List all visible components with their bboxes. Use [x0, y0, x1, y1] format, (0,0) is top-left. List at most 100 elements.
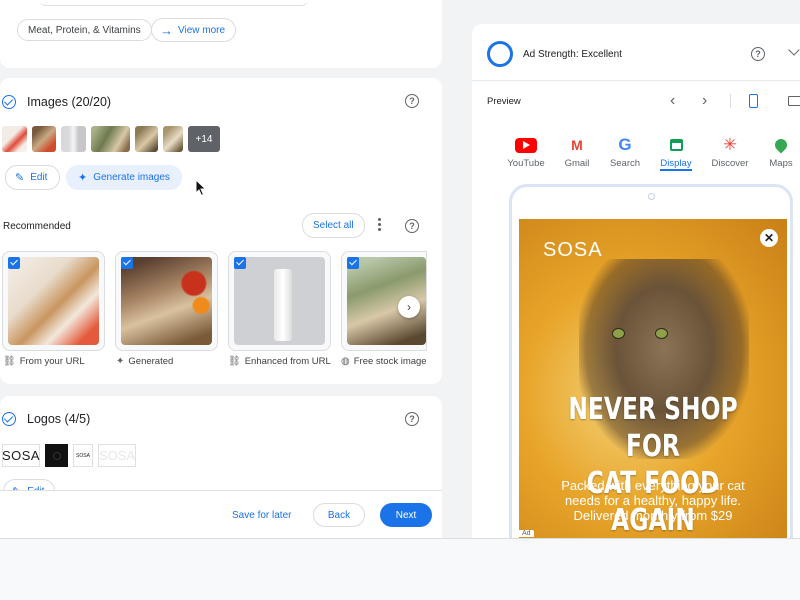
tab-youtube[interactable]: YouTube	[498, 136, 554, 169]
mouse-cursor-icon	[195, 179, 207, 197]
discover-icon: ✳	[722, 135, 738, 154]
image-thumbnail[interactable]	[91, 126, 130, 152]
source-text: From your URL	[19, 356, 85, 367]
source-text: Enhanced from URL	[244, 356, 331, 367]
checkbox-checked-icon[interactable]	[347, 257, 359, 269]
cat-image	[121, 257, 212, 345]
logo-text: SOSA	[76, 452, 90, 459]
tab-label: Maps	[769, 158, 793, 169]
recommended-image-card[interactable]	[115, 251, 218, 351]
sparkle-icon: ✦	[78, 172, 88, 184]
tab-label: Gmail	[564, 158, 590, 169]
help-icon[interactable]: ?	[405, 412, 419, 426]
ad-brand: SOSA	[543, 239, 603, 261]
active-tab-indicator	[660, 169, 692, 171]
save-for-later-label: Save for later	[232, 509, 292, 521]
product-image	[8, 257, 99, 345]
select-all-button[interactable]: Select all	[302, 213, 365, 238]
tab-search[interactable]: G Search	[597, 135, 653, 170]
chevron-right-icon: ›	[407, 300, 411, 314]
checkbox-checked-icon[interactable]	[234, 257, 246, 269]
logo-thumbnail[interactable]: SOSA	[73, 444, 93, 467]
source-text: Free stock image	[353, 356, 427, 367]
cat-eye	[655, 328, 668, 339]
generate-images-label: Generate images	[93, 172, 170, 183]
images-title: Images (20/20)	[27, 95, 112, 109]
chevron-right-icon: ›	[702, 92, 708, 109]
generate-images-button[interactable]: ✦ Generate images	[66, 165, 182, 190]
category-chip[interactable]: Meat, Protein, & Vitamins	[17, 19, 152, 41]
next-preview-button[interactable]: ›	[702, 92, 707, 110]
display-ad[interactable]: SOSA ✕ NEVER SHOP FOR CAT FOOD AGAIN Pac…	[519, 219, 787, 538]
checkbox-checked-icon[interactable]	[8, 257, 20, 269]
help-icon[interactable]: ?	[405, 219, 419, 233]
image-thumbnail[interactable]	[163, 126, 183, 152]
logo-text: SOSA	[1, 448, 41, 463]
desktop-device-icon[interactable]	[788, 96, 800, 106]
recommended-image-card[interactable]	[2, 251, 105, 351]
globe-icon: ◍	[341, 356, 350, 367]
logo-thumbnail[interactable]: SOSA	[2, 444, 40, 467]
source-text: Generated	[128, 356, 174, 367]
save-for-later-button[interactable]: Save for later	[226, 503, 297, 527]
image-thumbnail[interactable]	[135, 126, 158, 152]
previous-preview-button[interactable]: ‹	[670, 92, 675, 110]
close-ad-button[interactable]: ✕	[760, 229, 778, 247]
recommended-source-label: ◍ Free stock image	[341, 356, 427, 367]
checkbox-checked-icon[interactable]	[121, 257, 133, 269]
logo-thumbnail[interactable]: SOSA	[98, 444, 136, 467]
ad-strength-ring	[487, 41, 513, 67]
ad-strength-label: Ad Strength: Excellent	[523, 49, 622, 60]
help-icon[interactable]: ?	[405, 94, 419, 108]
form-footer: Save for later Back Next	[0, 490, 442, 538]
logo-thumbnail[interactable]	[45, 444, 68, 467]
display-icon	[648, 136, 704, 154]
image-thumbnail[interactable]	[2, 126, 27, 152]
next-label: Next	[395, 509, 417, 521]
ad-body: Packed with everything your cat needs fo…	[519, 478, 787, 523]
recommended-title: Recommended	[3, 221, 71, 232]
pencil-icon: ✎	[15, 172, 25, 184]
view-more-button[interactable]: → View more	[151, 18, 237, 42]
close-icon: ✕	[763, 231, 775, 245]
view-more-label: View more	[178, 24, 226, 36]
more-images-count: +14	[195, 133, 213, 145]
recommended-image-card[interactable]	[228, 251, 331, 351]
link-sparkle-icon: ⛓	[228, 356, 241, 367]
more-vert-icon[interactable]	[378, 218, 382, 232]
cat-eye	[612, 328, 625, 339]
ad-badge: Ad	[519, 530, 534, 537]
more-images-thumbnail[interactable]: +14	[188, 126, 220, 152]
phone-camera	[648, 193, 655, 200]
next-button[interactable]: Next	[380, 503, 432, 527]
select-all-label: Select all	[313, 220, 354, 231]
chevron-down-icon[interactable]	[788, 44, 800, 56]
recommended-source-label: ⛓ Enhanced from URL	[228, 356, 331, 367]
tab-discover[interactable]: ✳ Discover	[702, 135, 758, 170]
tab-display[interactable]: Display	[648, 136, 704, 171]
image-thumbnail[interactable]	[32, 126, 56, 152]
body-line: Delivered monthly from $29	[573, 508, 733, 523]
recommended-source-label: ✦ Generated	[116, 356, 173, 367]
edit-label: Edit	[30, 172, 48, 183]
tab-label: Display	[660, 158, 692, 169]
bottom-bar	[0, 538, 800, 600]
header-divider	[472, 80, 800, 81]
carousel-next-button[interactable]: ›	[398, 296, 420, 318]
link-icon: ⛓	[3, 356, 16, 367]
tab-label: Discover	[711, 158, 749, 169]
body-line: needs for a healthy, happy life.	[564, 493, 742, 508]
tab-maps[interactable]: Maps	[753, 136, 800, 169]
check-circle-icon	[2, 95, 16, 109]
edit-images-button[interactable]: ✎ Edit	[5, 165, 61, 190]
body-line: Packed with everything your cat	[561, 478, 745, 493]
google-icon: G	[618, 135, 632, 154]
help-icon[interactable]: ?	[751, 47, 765, 61]
back-button[interactable]: Back	[313, 503, 365, 527]
logos-title: Logos (4/5)	[27, 412, 91, 426]
mobile-device-icon[interactable]	[749, 94, 758, 108]
recommended-source-label: ⛓ From your URL	[3, 356, 85, 367]
image-thumbnail[interactable]	[61, 126, 86, 152]
ad-badge-label: Ad	[522, 530, 531, 537]
back-label: Back	[327, 509, 351, 521]
